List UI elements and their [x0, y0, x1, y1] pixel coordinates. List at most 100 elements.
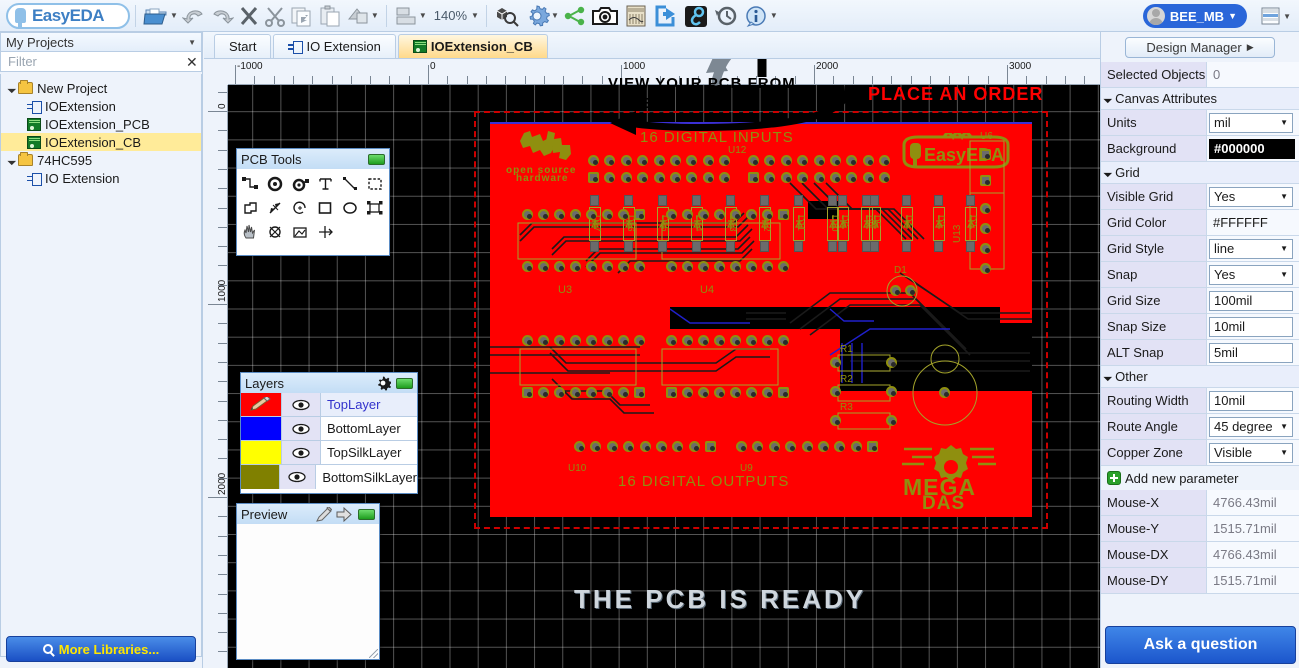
hole-tool[interactable]: [264, 221, 287, 243]
layers-header[interactable]: Layers: [241, 373, 417, 393]
ask-a-question-button[interactable]: Ask a question: [1105, 626, 1296, 664]
clear-filter-icon[interactable]: ✕: [186, 55, 198, 69]
redo-button[interactable]: [208, 1, 236, 31]
expand-triangle-icon[interactable]: ◢: [7, 155, 18, 166]
text-tool[interactable]: [314, 173, 337, 195]
copper-zone-select[interactable]: Visible ▼: [1209, 442, 1293, 463]
vertical-ruler[interactable]: 0 1000 2000: [204, 85, 228, 668]
layers-list[interactable]: TopLayer BottomLayer TopSilkLayer Bottom…: [241, 393, 417, 489]
units-select[interactable]: mil ▼: [1209, 112, 1293, 133]
layer-visibility-toggle[interactable]: [281, 441, 321, 464]
rect-tool[interactable]: [314, 197, 337, 219]
layer-color-swatch[interactable]: [241, 417, 281, 440]
tree-item-ioextension[interactable]: IOExtension: [1, 97, 201, 115]
more-libraries-button[interactable]: More Libraries...: [6, 636, 196, 662]
layer-visibility-toggle[interactable]: [281, 417, 321, 440]
fabrication-button[interactable]: [621, 1, 651, 31]
my-projects-header[interactable]: My Projects ▼: [0, 32, 202, 52]
preview-panel[interactable]: Preview: [236, 503, 380, 660]
grid-size-input[interactable]: 100mil: [1209, 290, 1293, 311]
layer-name[interactable]: BottomLayer: [321, 417, 417, 440]
routing-width-input[interactable]: 10mil: [1209, 390, 1293, 411]
via-tool[interactable]: [289, 173, 312, 195]
share-button[interactable]: [561, 1, 589, 31]
pcb-tools-header[interactable]: PCB Tools: [237, 149, 389, 169]
line-tool[interactable]: [339, 173, 362, 195]
layer-color-swatch[interactable]: [241, 465, 279, 489]
solid-region-tool[interactable]: [239, 197, 262, 219]
info-button[interactable]: ▼: [741, 1, 780, 31]
layer-color-swatch[interactable]: [241, 441, 281, 464]
snap-size-input[interactable]: 10mil: [1209, 316, 1293, 337]
history-button[interactable]: [711, 1, 741, 31]
collapse-triangle-icon[interactable]: ◢: [1103, 371, 1114, 382]
user-menu[interactable]: BEE_MB ▼: [1142, 4, 1247, 28]
3d-view-button[interactable]: [492, 1, 522, 31]
route-angle-select[interactable]: 45 degree ▼: [1209, 416, 1293, 437]
zoom-level-button[interactable]: 140% ▼: [429, 1, 481, 31]
pencil-icon[interactable]: [316, 506, 332, 522]
arrow-right-icon[interactable]: [336, 506, 353, 522]
paste-button[interactable]: [316, 1, 344, 31]
minimize-button[interactable]: [396, 377, 413, 389]
chevron-down-icon[interactable]: ▼: [551, 11, 559, 20]
layer-row-bottomlayer[interactable]: BottomLayer: [241, 417, 417, 441]
project-tree[interactable]: ◢ New Project IOExtension IOExtension_PC…: [0, 74, 202, 657]
layer-visibility-toggle[interactable]: [278, 465, 317, 489]
chevron-down-icon[interactable]: ▼: [188, 38, 196, 47]
order-pcb-button[interactable]: [681, 1, 711, 31]
open-file-button[interactable]: ▼: [141, 1, 180, 31]
section-canvas-attributes[interactable]: ◢ Canvas Attributes: [1101, 88, 1299, 110]
pan-tool[interactable]: [239, 221, 262, 243]
layer-row-toplayer[interactable]: TopLayer: [241, 393, 417, 417]
filter-input[interactable]: [6, 53, 186, 70]
minimize-button[interactable]: [358, 508, 375, 520]
background-color-input[interactable]: #000000: [1209, 138, 1295, 159]
settings-button[interactable]: ▼: [522, 1, 561, 31]
chevron-down-icon[interactable]: ▼: [1228, 11, 1237, 21]
layout-switch-button[interactable]: ▼: [1260, 6, 1291, 26]
section-grid[interactable]: ◢ Grid: [1101, 162, 1299, 184]
layer-visibility-toggle[interactable]: [281, 393, 321, 416]
expand-triangle-icon[interactable]: ◢: [7, 83, 18, 94]
export-button[interactable]: [651, 1, 681, 31]
chevron-down-icon[interactable]: ▼: [419, 11, 427, 20]
chevron-down-icon[interactable]: ▼: [1283, 12, 1291, 21]
snap-select[interactable]: Yes ▼: [1209, 264, 1293, 285]
tab-start[interactable]: Start: [214, 34, 272, 58]
component-tool[interactable]: [364, 197, 387, 219]
track-tool[interactable]: [239, 173, 262, 195]
grid-style-select[interactable]: line ▼: [1209, 238, 1293, 259]
layers-panel[interactable]: Layers TopLayer BottomLayer TopSilkLayer…: [240, 372, 418, 494]
cut-button[interactable]: [262, 1, 288, 31]
copy-button[interactable]: [288, 1, 316, 31]
pcb-board[interactable]: 16 DIGITAL INPUTS 16 DIGITAL OUTPUTS ope…: [490, 123, 1032, 517]
collapse-triangle-icon[interactable]: ◢: [1103, 93, 1114, 104]
resize-handle[interactable]: [369, 649, 378, 658]
tree-item-new-project[interactable]: ◢ New Project: [1, 79, 201, 97]
dimension-tool[interactable]: [264, 197, 287, 219]
tree-item-74hc595[interactable]: ◢ 74HC595: [1, 151, 201, 169]
copper-area-tool[interactable]: [364, 173, 387, 195]
chevron-down-icon[interactable]: ▼: [170, 11, 178, 20]
origin-tool[interactable]: [314, 221, 337, 243]
arc-tool[interactable]: [289, 197, 312, 219]
tree-item-io-extension[interactable]: IO Extension: [1, 169, 201, 187]
layer-color-swatch[interactable]: [241, 393, 281, 416]
add-new-parameter-button[interactable]: Add new parameter: [1101, 466, 1299, 490]
image-tool[interactable]: [289, 221, 312, 243]
easyeda-logo[interactable]: EasyEDA: [6, 2, 130, 29]
pcb-tools-panel[interactable]: PCB Tools: [236, 148, 390, 256]
chevron-down-icon[interactable]: ▼: [371, 11, 379, 20]
visible-grid-select[interactable]: Yes ▼: [1209, 186, 1293, 207]
align-button[interactable]: ▼: [392, 1, 429, 31]
circle-tool[interactable]: [339, 197, 362, 219]
tab-io-extension[interactable]: IO Extension: [273, 34, 396, 58]
chevron-down-icon[interactable]: ▼: [471, 11, 479, 20]
layer-row-bottomsilklayer[interactable]: BottomSilkLayer: [241, 465, 417, 489]
layer-name[interactable]: BottomSilkLayer: [316, 465, 417, 489]
chevron-down-icon[interactable]: ▼: [770, 11, 778, 20]
alt-snap-input[interactable]: 5mil: [1209, 342, 1293, 363]
layer-row-topsilklayer[interactable]: TopSilkLayer: [241, 441, 417, 465]
pad-round-tool[interactable]: [264, 173, 287, 195]
